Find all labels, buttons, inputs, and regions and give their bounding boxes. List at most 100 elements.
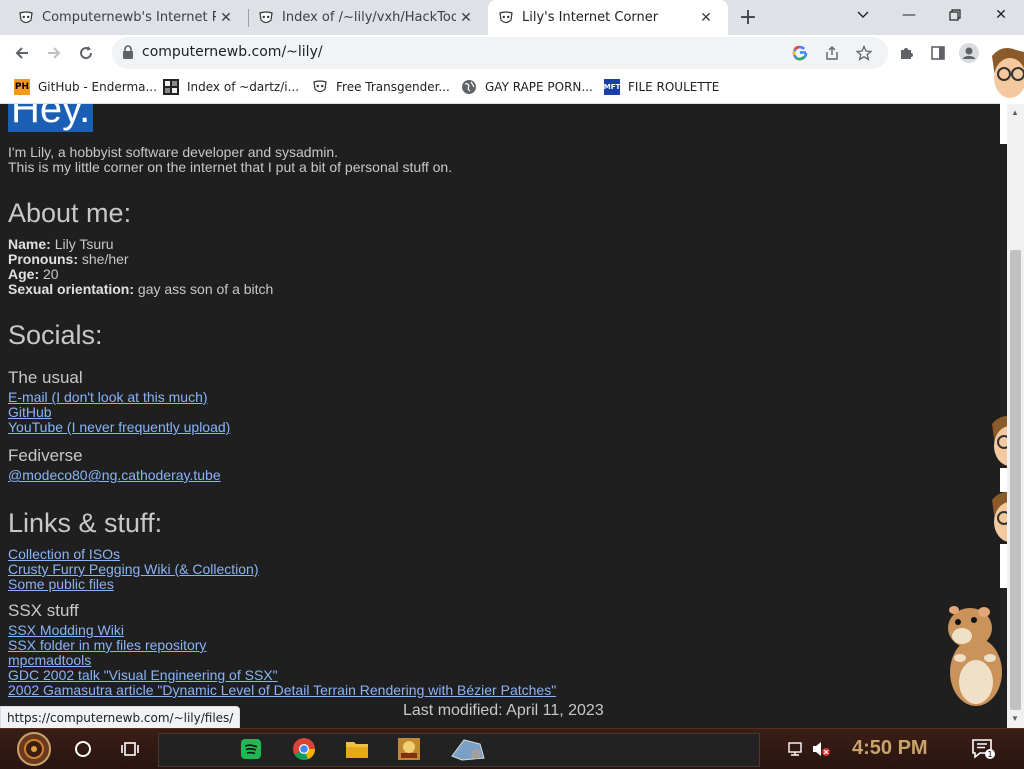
bookmarks-bar: PH GitHub - Enderma... Index of ~dartz/i… <box>0 71 1024 104</box>
close-icon[interactable]: ✕ <box>696 8 716 28</box>
bookmark-free-transgender[interactable]: Free Transgender... <box>312 77 450 97</box>
taskbar-clock[interactable]: 4:50 PM <box>852 737 928 760</box>
profile-avatar-icon[interactable] <box>959 43 979 63</box>
browser-toolbar: computernewb.com/~lily/ <box>0 35 1024 71</box>
usual-heading: The usual <box>8 368 83 387</box>
taskbar: 4:50 PM 1 <box>0 728 1024 769</box>
ssx-wiki-link[interactable]: SSX Modding Wiki <box>8 623 556 638</box>
bookmark-label: GitHub - Enderma... <box>38 80 157 94</box>
ssx-heading: SSX stuff <box>8 601 79 620</box>
about-row: Pronouns: she/her <box>8 252 273 267</box>
mpcmadtools-link[interactable]: mpcmadtools <box>8 653 556 668</box>
new-tab-button[interactable]: + <box>737 5 759 30</box>
about-value: she/her <box>81 251 129 267</box>
stuff-links: Collection of ISOs Crusty Furry Pegging … <box>8 547 259 592</box>
fediverse-links: @modeco80@ng.cathoderay.tube <box>8 468 221 483</box>
last-modified: Last modified: April 11, 2023 <box>403 702 604 719</box>
isos-link[interactable]: Collection of ISOs <box>8 547 259 562</box>
side-panel-icon[interactable] <box>928 43 948 63</box>
cortana-icon[interactable] <box>70 733 96 765</box>
scroll-down-icon[interactable]: ▼ <box>1011 714 1019 723</box>
mask-icon <box>498 10 514 26</box>
about-value: gay ass son of a bitch <box>137 281 274 297</box>
notification-count: 1 <box>987 750 992 759</box>
wiki-link[interactable]: Crusty Furry Pegging Wiki (& Collection) <box>8 562 259 577</box>
intro-text: I'm Lily, a hobbyist software developer … <box>8 145 452 175</box>
close-icon[interactable]: ✕ <box>456 8 476 28</box>
page-scrollbar[interactable]: ▲ ▼ <box>1007 104 1024 728</box>
globe-icon <box>461 79 477 95</box>
tab-title: Computernewb's Internet Pub <box>42 10 216 25</box>
about-row: Sexual orientation: gay ass son of a bit… <box>8 282 273 297</box>
intro-line: I'm Lily, a hobbyist software developer … <box>8 144 339 160</box>
tab-computernewb-pub[interactable]: Computernewb's Internet Pub ✕ <box>0 0 248 35</box>
fediverse-link[interactable]: @modeco80@ng.cathoderay.tube <box>8 468 221 483</box>
mft-logo-icon: MFT <box>604 79 620 95</box>
lock-icon[interactable] <box>122 45 134 64</box>
minimize-button[interactable]: — <box>886 0 932 30</box>
start-button[interactable] <box>12 732 56 766</box>
spotify-icon[interactable] <box>236 733 266 765</box>
back-button[interactable] <box>8 39 36 67</box>
bookmark-label: Free Transgender... <box>336 80 450 94</box>
tab-lilys-corner[interactable]: Lily's Internet Corner ✕ <box>488 0 728 35</box>
usual-links: E-mail (I don't look at this much) GitHu… <box>8 390 230 435</box>
mask-icon <box>312 79 328 95</box>
scroll-up-icon[interactable]: ▲ <box>1011 108 1019 117</box>
about-value: 20 <box>43 266 59 282</box>
intro-line: This is my little corner on the internet… <box>8 159 453 175</box>
gamasutra-link[interactable]: 2002 Gamasutra article "Dynamic Level of… <box>8 683 556 698</box>
restore-button[interactable] <box>932 0 978 30</box>
bookmark-gay-rape[interactable]: GAY RAPE PORN... <box>461 77 593 97</box>
tab-strip: Computernewb's Internet Pub ✕ Index of /… <box>0 0 1024 35</box>
hey-heading: Hey. <box>8 104 94 132</box>
bookmark-file-roulette[interactable]: MFT FILE ROULETTE <box>604 77 719 97</box>
status-url-bubble: https://computernewb.com/~lily/files/ <box>0 706 241 728</box>
file-explorer-icon[interactable] <box>342 733 372 765</box>
page-content: Hey. I'm Lily, a hobbyist software devel… <box>0 104 1007 728</box>
tab-index-hacktool[interactable]: Index of /~lily/vxh/HackTool/ ✕ <box>240 0 488 35</box>
ssx-folder-link[interactable]: SSX folder in my files repository <box>8 638 556 653</box>
reload-button[interactable] <box>72 39 100 67</box>
bookmark-github-enderman[interactable]: PH GitHub - Enderma... <box>14 77 157 97</box>
email-link[interactable]: E-mail (I don't look at this much) <box>8 390 230 405</box>
fediverse-heading: Fediverse <box>8 446 83 465</box>
forward-button[interactable] <box>40 39 68 67</box>
about-key: Age: <box>8 266 40 282</box>
address-bar[interactable]: computernewb.com/~lily/ <box>112 37 888 69</box>
network-icon[interactable] <box>786 733 806 765</box>
bookmark-label: Index of ~dartz/i... <box>187 80 300 94</box>
about-row: Age: 20 <box>8 267 273 282</box>
about-heading: About me: <box>8 198 132 228</box>
tab-search-icon[interactable] <box>840 0 886 30</box>
task-view-icon[interactable] <box>116 733 144 765</box>
notifications-icon[interactable]: 1 <box>968 733 998 765</box>
bookmark-index-dartz[interactable]: Index of ~dartz/i... <box>163 77 299 97</box>
star-icon[interactable] <box>854 43 874 63</box>
close-window-button[interactable]: ✕ <box>978 0 1024 30</box>
map-app-icon[interactable] <box>448 733 488 765</box>
about-key: Sexual orientation: <box>8 281 135 297</box>
about-key: Name: <box>8 236 51 252</box>
links-heading: Links & stuff: <box>8 508 163 538</box>
dartz-icon <box>163 79 179 95</box>
bookmark-label: GAY RAPE PORN... <box>485 80 593 94</box>
about-value: Lily Tsuru <box>54 236 114 252</box>
close-icon[interactable]: ✕ <box>216 8 236 28</box>
public-files-link[interactable]: Some public files <box>8 577 259 592</box>
about-key: Pronouns: <box>8 251 78 267</box>
about-row: Name: Lily Tsuru <box>8 237 273 252</box>
youtube-link[interactable]: YouTube (I never frequently upload) <box>8 420 230 435</box>
scrollbar-thumb[interactable] <box>1010 250 1021 710</box>
google-icon[interactable] <box>790 43 810 63</box>
gdc-talk-link[interactable]: GDC 2002 talk "Visual Engineering of SSX… <box>8 668 556 683</box>
game-app-icon[interactable] <box>394 733 424 765</box>
volume-muted-icon[interactable] <box>810 733 832 765</box>
share-icon[interactable] <box>822 43 842 63</box>
hamster-sprite <box>940 602 1006 715</box>
ssx-links: SSX Modding Wiki SSX folder in my files … <box>8 623 556 698</box>
chrome-icon[interactable] <box>288 733 320 765</box>
github-link[interactable]: GitHub <box>8 405 230 420</box>
bookmark-label: FILE ROULETTE <box>628 80 720 94</box>
extensions-icon[interactable] <box>896 43 916 63</box>
